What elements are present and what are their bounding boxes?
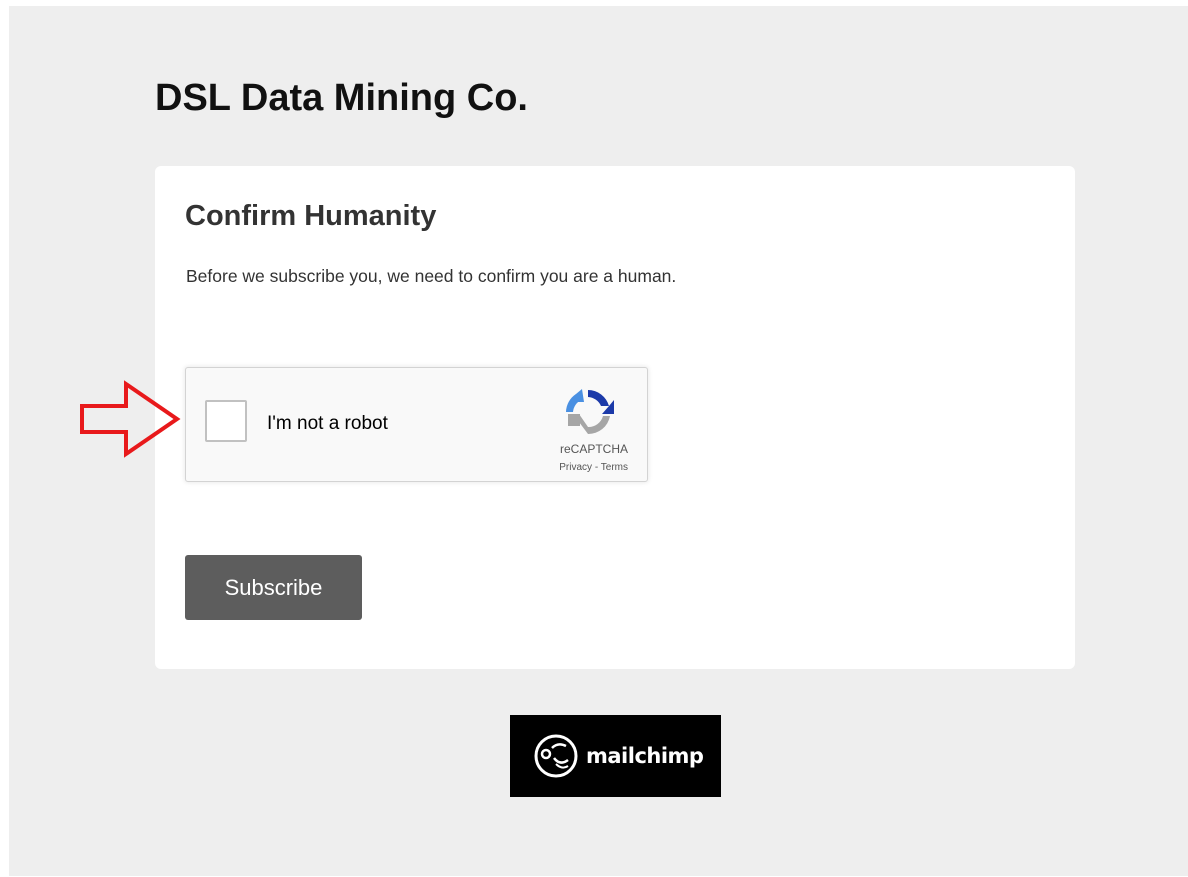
confirm-card: Confirm Humanity Before we subscribe you… <box>155 166 1075 669</box>
red-arrow-right-icon <box>80 380 181 458</box>
card-title: Confirm Humanity <box>185 200 437 232</box>
recaptcha-logo-icon <box>566 389 614 435</box>
subscribe-button[interactable]: Subscribe <box>185 555 362 620</box>
recaptcha-link-separator: - <box>592 462 601 473</box>
recaptcha-checkbox-label: I'm not a robot <box>267 413 388 434</box>
mailchimp-badge[interactable]: mailchimp <box>510 715 721 797</box>
recaptcha-terms-link[interactable]: Terms <box>601 462 628 473</box>
card-description: Before we subscribe you, we need to conf… <box>186 266 677 286</box>
org-title: DSL Data Mining Co. <box>155 77 528 119</box>
recaptcha-checkbox[interactable] <box>205 400 247 442</box>
recaptcha-widget: I'm not a robot reCAPTCHA Privacy - Term… <box>185 367 648 482</box>
recaptcha-brand: reCAPTCHA <box>559 442 628 456</box>
recaptcha-links: Privacy - Terms <box>559 462 628 474</box>
mailchimp-freddie-icon <box>534 734 578 778</box>
mailchimp-wordmark: mailchimp <box>586 744 704 768</box>
recaptcha-privacy-link[interactable]: Privacy <box>559 462 592 473</box>
